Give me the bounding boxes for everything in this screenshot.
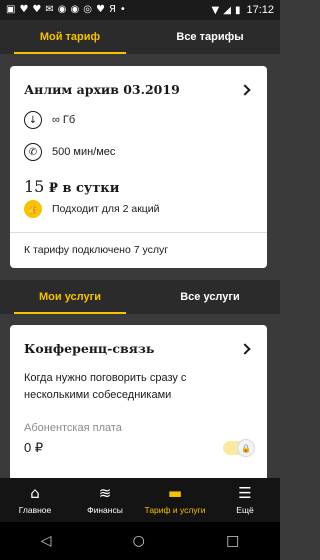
- back-icon[interactable]: ◁: [41, 533, 52, 549]
- dots-icon: •: [119, 4, 126, 15]
- tab-my-services[interactable]: Мои услуги: [0, 280, 140, 314]
- sim-card-icon: ▬: [167, 484, 183, 502]
- chrome-icon: ◉: [57, 4, 67, 15]
- minutes-row: ✆ 500 мин/мес: [10, 143, 267, 161]
- tab-all-services[interactable]: Все услуги: [140, 280, 280, 314]
- promo-text: Подходит для 2 акций: [52, 203, 160, 215]
- heart-icon: ♥: [32, 4, 42, 15]
- services-count[interactable]: К тарифу подключено 7 услуг: [10, 233, 267, 256]
- tab-all-tariffs[interactable]: Все тарифы: [140, 20, 280, 54]
- service-header[interactable]: Конференц-связь: [10, 325, 267, 356]
- system-navigation: ◁ ○ □: [0, 522, 280, 560]
- home-icon: ⌂: [30, 484, 40, 502]
- nav-finance[interactable]: ≋ Финансы: [70, 478, 140, 522]
- internet-volume: ∞ Гб: [52, 114, 76, 126]
- fee-value: 0 ₽: [24, 440, 44, 455]
- bottom-navigation: ⌂ Главное ≋ Финансы ▬ Тариф и услуги ☰ Е…: [0, 478, 280, 522]
- tariff-title: Анлим архив 03.2019: [24, 82, 180, 97]
- download-arrow-icon: ↓: [24, 111, 42, 129]
- tariff-header[interactable]: Анлим архив 03.2019: [10, 66, 267, 97]
- service-title: Конференц-связь: [24, 341, 155, 356]
- nav-finance-label: Финансы: [87, 505, 123, 515]
- fee-row: 0 ₽ 🔒: [10, 434, 267, 457]
- chrome-icon: ◉: [70, 4, 80, 15]
- yandex-icon: Я: [108, 4, 116, 15]
- signal-icon: ◢: [223, 4, 231, 16]
- wifi-icon: ▼: [211, 4, 220, 16]
- promo-row[interactable]: 👍 Подходит для 2 акций: [10, 200, 267, 218]
- tariff-price: 15 ₽ в сутки: [10, 177, 267, 196]
- notification-icons: ▣ ♥ ♥ ✉ ◉ ◉ ◎ ♥ Я •: [6, 5, 126, 15]
- instagram-icon: ◎: [83, 4, 92, 15]
- nav-more[interactable]: ☰ Ещё: [210, 478, 280, 522]
- thumbs-up-icon: 👍: [24, 200, 42, 218]
- nav-more-label: Ещё: [236, 505, 254, 515]
- coins-icon: ≋: [98, 484, 112, 502]
- service-toggle[interactable]: 🔒: [223, 439, 255, 457]
- service-description: Когда нужно поговорить сразу с нескольки…: [24, 372, 187, 401]
- mail-icon: ✉: [45, 4, 54, 15]
- service-card[interactable]: Конференц-связь Когда нужно поговорить с…: [10, 325, 267, 495]
- heart-icon: ♥: [19, 4, 29, 15]
- fee-label: Абонентская плата: [24, 422, 122, 434]
- tariff-card[interactable]: Анлим архив 03.2019 ↓ ∞ Гб ✆ 500 мин/мес…: [10, 66, 267, 268]
- internet-row: ↓ ∞ Гб: [10, 111, 267, 129]
- menu-icon: ☰: [238, 484, 252, 502]
- status-bar: ▣ ♥ ♥ ✉ ◉ ◉ ◎ ♥ Я • ▼ ◢ ▮ 17:12: [0, 0, 280, 20]
- chevron-right-icon[interactable]: [239, 342, 251, 355]
- phone-icon: ✆: [24, 143, 42, 161]
- battery-icon: ▮: [234, 4, 241, 16]
- sim-icon: ▣: [6, 4, 16, 15]
- services-tabs: Мои услуги Все услуги: [0, 280, 280, 314]
- lock-icon: 🔒: [237, 439, 255, 457]
- tab-my-tariff[interactable]: Мой тариф: [0, 20, 140, 54]
- heart-icon: ♥: [95, 4, 105, 15]
- clock: 17:12: [246, 4, 274, 16]
- price-number: 15: [24, 177, 45, 196]
- price-unit: ₽ в сутки: [44, 181, 120, 196]
- tariff-tabs: Мой тариф Все тарифы: [0, 20, 280, 54]
- nav-tariff-services[interactable]: ▬ Тариф и услуги: [140, 478, 210, 522]
- minutes-volume: 500 мин/мес: [52, 146, 116, 158]
- chevron-right-icon[interactable]: [239, 83, 251, 96]
- recents-icon[interactable]: □: [226, 533, 239, 549]
- nav-main-label: Главное: [18, 505, 52, 515]
- system-status: ▼ ◢ ▮ 17:12: [212, 4, 274, 16]
- home-circle-icon[interactable]: ○: [133, 533, 145, 549]
- nav-main[interactable]: ⌂ Главное: [0, 478, 70, 522]
- nav-tariff-services-label: Тариф и услуги: [144, 505, 206, 515]
